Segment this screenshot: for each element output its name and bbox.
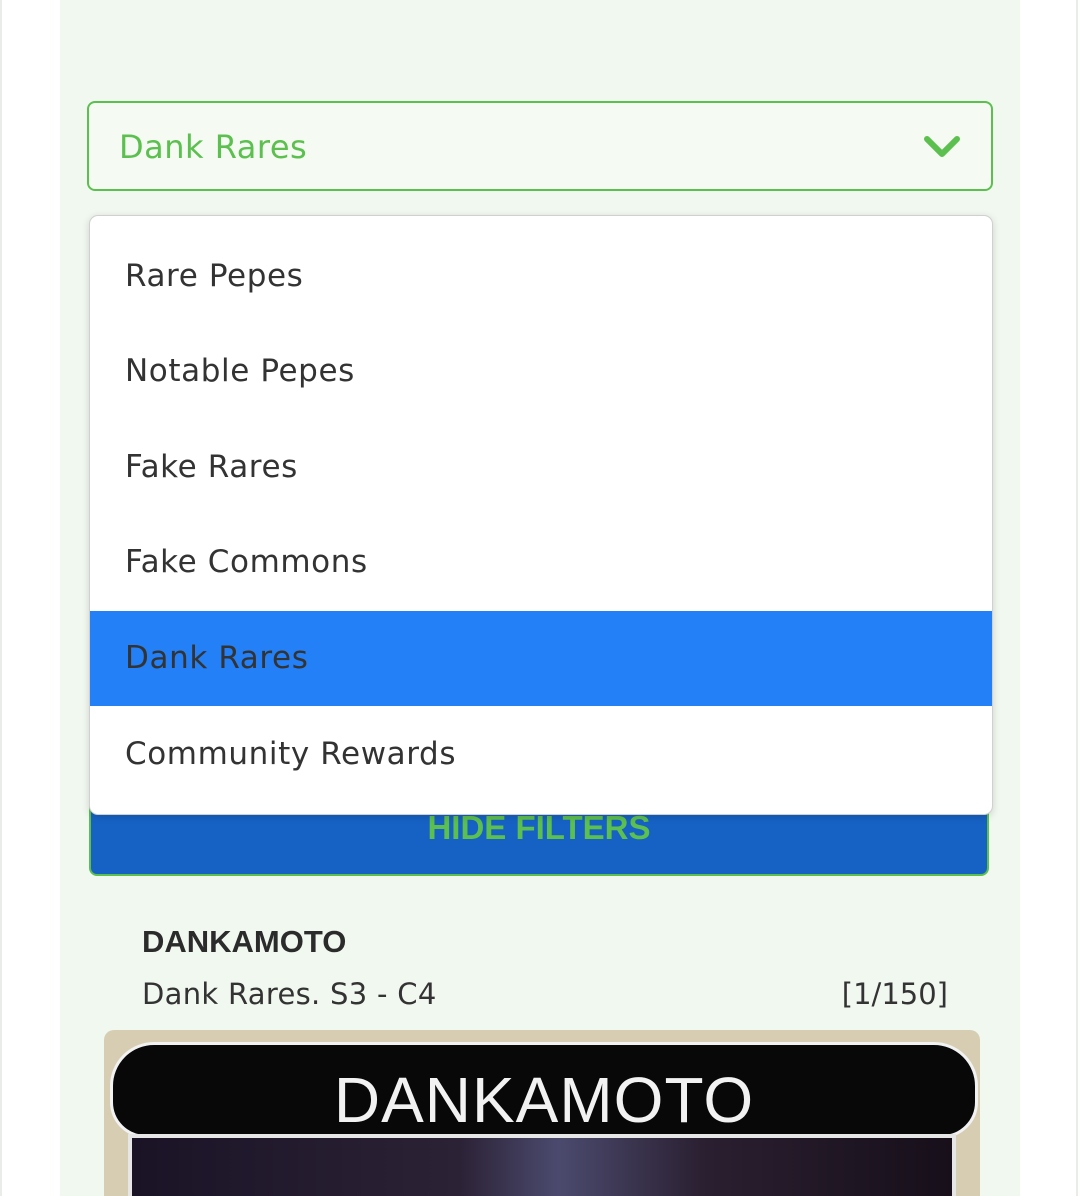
card-image-banner-text: DANKAMOTO	[333, 1064, 755, 1136]
dropdown-option-label: Rare Pepes	[125, 258, 304, 294]
dropdown-option-label: Fake Commons	[125, 544, 368, 580]
card-image[interactable]: DANKAMOTO	[104, 1030, 980, 1196]
card-artwork	[128, 1134, 956, 1196]
card-title[interactable]: DANKAMOTO	[142, 920, 346, 964]
collection-dropdown: Rare Pepes Notable Pepes Fake Rares Fake…	[89, 215, 993, 815]
page-border-left	[0, 0, 2, 1196]
dropdown-option[interactable]: Notable Pepes	[90, 324, 992, 419]
card-supply-count: [1/150]	[841, 977, 948, 1011]
card-subtitle: Dank Rares. S3 - C4	[142, 977, 437, 1011]
dropdown-option[interactable]: Rare Pepes	[90, 229, 992, 324]
card-image-banner: DANKAMOTO	[110, 1042, 978, 1138]
dropdown-option[interactable]: Community Rewards	[90, 707, 992, 802]
collection-select[interactable]: Dank Rares	[87, 101, 993, 191]
dropdown-option-selected[interactable]: Dank Rares	[90, 611, 992, 706]
dropdown-option[interactable]: Fake Commons	[90, 515, 992, 610]
chevron-down-icon[interactable]	[923, 135, 961, 159]
dropdown-option[interactable]: Fake Rares	[90, 420, 992, 515]
dropdown-option-label: Notable Pepes	[125, 353, 355, 389]
dropdown-option-label: Community Rewards	[125, 736, 457, 772]
dropdown-option-label: Fake Rares	[125, 449, 298, 485]
page-border-right	[1076, 0, 1078, 1196]
dropdown-option-label: Dank Rares	[125, 640, 309, 676]
collection-select-value: Dank Rares	[119, 128, 308, 166]
